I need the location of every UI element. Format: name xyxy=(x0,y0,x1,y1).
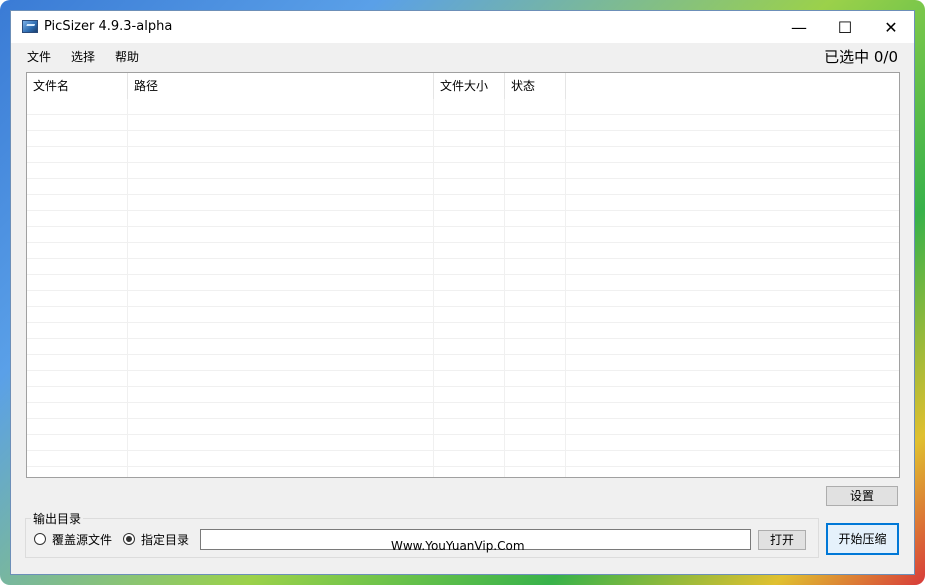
column-header-filesize[interactable]: 文件大小 xyxy=(434,73,505,99)
table-row xyxy=(27,323,899,339)
table-row xyxy=(27,243,899,259)
settings-button[interactable]: 设置 xyxy=(826,486,898,506)
title-bar[interactable]: PicSizer 4.9.3-alpha — ☐ ✕ xyxy=(11,11,914,43)
menu-file[interactable]: 文件 xyxy=(27,48,51,65)
table-row xyxy=(27,259,899,275)
menu-select[interactable]: 选择 xyxy=(71,48,95,65)
table-row xyxy=(27,227,899,243)
column-header-status[interactable]: 状态 xyxy=(505,73,566,99)
table-row xyxy=(27,275,899,291)
menu-help[interactable]: 帮助 xyxy=(115,48,139,65)
watermark-text: Www.YouYuanVip.Com xyxy=(391,539,525,553)
output-directory-label: 输出目录 xyxy=(31,510,84,527)
app-window: PicSizer 4.9.3-alpha — ☐ ✕ 文件 选择 帮助 已选中 … xyxy=(10,10,915,575)
table-row xyxy=(27,451,899,467)
overwrite-source-radio[interactable] xyxy=(34,533,46,545)
table-row xyxy=(27,307,899,323)
overwrite-source-label[interactable]: 覆盖源文件 xyxy=(52,531,112,548)
minimize-icon: — xyxy=(791,17,807,37)
table-row xyxy=(27,195,899,211)
table-row xyxy=(27,147,899,163)
menu-bar: 文件 选择 帮助 已选中 0/0 xyxy=(11,43,914,69)
table-row xyxy=(27,355,899,371)
specify-directory-label[interactable]: 指定目录 xyxy=(141,531,189,548)
table-row xyxy=(27,115,899,131)
table-row xyxy=(27,131,899,147)
window-title: PicSizer 4.9.3-alpha xyxy=(44,19,173,34)
maximize-icon: ☐ xyxy=(837,17,853,37)
maximize-button[interactable]: ☐ xyxy=(822,11,868,43)
table-row xyxy=(27,179,899,195)
table-row xyxy=(27,211,899,227)
specify-directory-radio[interactable] xyxy=(123,533,135,545)
close-button[interactable]: ✕ xyxy=(868,11,914,43)
table-row xyxy=(27,99,899,115)
close-icon: ✕ xyxy=(884,17,898,37)
minimize-button[interactable]: — xyxy=(776,11,822,43)
table-row xyxy=(27,435,899,451)
open-button[interactable]: 打开 xyxy=(758,530,806,550)
table-row xyxy=(27,371,899,387)
column-header-filename[interactable]: 文件名 xyxy=(27,73,128,99)
file-list[interactable]: 文件名 路径 文件大小 状态 xyxy=(26,72,900,478)
table-row xyxy=(27,339,899,355)
table-row xyxy=(27,163,899,179)
column-header-path[interactable]: 路径 xyxy=(128,73,434,99)
table-row xyxy=(27,291,899,307)
table-row xyxy=(27,419,899,435)
app-picture-icon xyxy=(22,20,38,33)
start-compress-button[interactable]: 开始压缩 xyxy=(826,523,899,555)
table-row xyxy=(27,387,899,403)
table-row xyxy=(27,403,899,419)
selected-count: 已选中 0/0 xyxy=(824,48,898,66)
list-header: 文件名 路径 文件大小 状态 xyxy=(27,73,899,99)
